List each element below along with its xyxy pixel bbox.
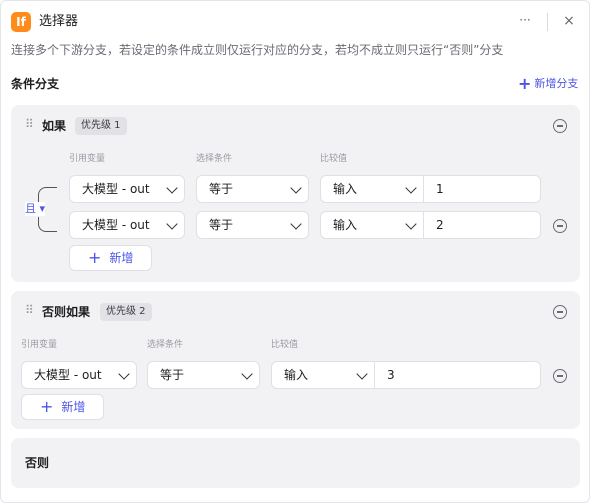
header-divider (547, 13, 548, 31)
chevron-down-icon (405, 182, 417, 194)
selector-node-panel: If 选择器 ··· × 连接多个下游分支，若设定的条件成立则仅运行对应的分支，… (0, 0, 590, 503)
chevron-down-icon (290, 218, 302, 230)
compare-type-select[interactable]: 输入 (271, 361, 375, 389)
close-icon[interactable]: × (560, 12, 578, 30)
compare-type-select[interactable]: 输入 (320, 211, 424, 239)
and-bracket (38, 217, 57, 232)
chevron-down-icon (405, 218, 417, 230)
condition-select[interactable]: 等于 (196, 175, 309, 203)
variable-select[interactable]: 大模型 - output (69, 175, 185, 203)
add-condition-button[interactable]: + 新增 (21, 394, 105, 420)
branch-card-else: 否则 (11, 438, 580, 488)
variable-select[interactable]: 大模型 - output (69, 211, 185, 239)
label-variable: 引用变量 (21, 340, 58, 350)
condition-select[interactable]: 等于 (147, 361, 260, 389)
branch-title: 否则如果 (42, 305, 91, 319)
panel-title: 选择器 (39, 14, 79, 29)
label-compare: 比较值 (320, 154, 348, 164)
remove-condition-icon[interactable] (553, 369, 567, 383)
drag-handle-icon[interactable]: ⠿ (25, 303, 34, 317)
chevron-down-icon (166, 182, 178, 194)
logic-toggle[interactable]: 且 ▾ (25, 202, 46, 216)
remove-branch-icon[interactable] (553, 305, 567, 319)
more-options-icon[interactable]: ··· (516, 13, 534, 31)
chevron-down-icon (166, 218, 178, 230)
label-condition: 选择条件 (196, 154, 233, 164)
branch-card-if: ⠿ 如果 优先级 1 引用变量 选择条件 比较值 大模型 - output 等于… (11, 105, 580, 282)
chevron-down-icon (118, 368, 130, 380)
and-bracket (38, 187, 57, 202)
add-branch-label: 新增分支 (534, 77, 579, 90)
compare-value-input[interactable]: 2 (424, 211, 541, 239)
chevron-down-icon (356, 368, 368, 380)
label-compare: 比较值 (271, 340, 299, 350)
branch-title: 否则 (25, 456, 50, 470)
add-condition-button[interactable]: + 新增 (69, 245, 153, 271)
label-condition: 选择条件 (147, 340, 184, 350)
priority-badge: 优先级 2 (100, 303, 152, 321)
branch-card-else-if: ⠿ 否则如果 优先级 2 引用变量 选择条件 比较值 大模型 - output … (11, 291, 580, 429)
add-branch-button[interactable]: + 新增分支 (518, 75, 578, 93)
compare-value-input[interactable]: 1 (424, 175, 541, 203)
compare-value-input[interactable]: 3 (375, 361, 541, 389)
condition-select[interactable]: 等于 (196, 211, 309, 239)
branch-title: 如果 (42, 119, 67, 133)
drag-handle-icon[interactable]: ⠿ (25, 117, 34, 131)
if-logo-icon: If (11, 12, 31, 32)
variable-select[interactable]: 大模型 - output (21, 361, 137, 389)
plus-icon: + (40, 397, 54, 416)
panel-description: 连接多个下游分支，若设定的条件成立则仅运行对应的分支，若均不成立则只运行“否则”… (11, 43, 504, 57)
label-variable: 引用变量 (69, 154, 106, 164)
plus-icon: + (518, 74, 532, 93)
remove-branch-icon[interactable] (553, 119, 567, 133)
remove-condition-icon[interactable] (553, 219, 567, 233)
chevron-down-icon (290, 182, 302, 194)
plus-icon: + (88, 248, 102, 267)
priority-badge: 优先级 1 (75, 117, 127, 135)
section-title: 条件分支 (11, 77, 60, 91)
compare-type-select[interactable]: 输入 (320, 175, 424, 203)
panel-header: If 选择器 ··· × (1, 1, 589, 41)
chevron-down-icon (241, 368, 253, 380)
